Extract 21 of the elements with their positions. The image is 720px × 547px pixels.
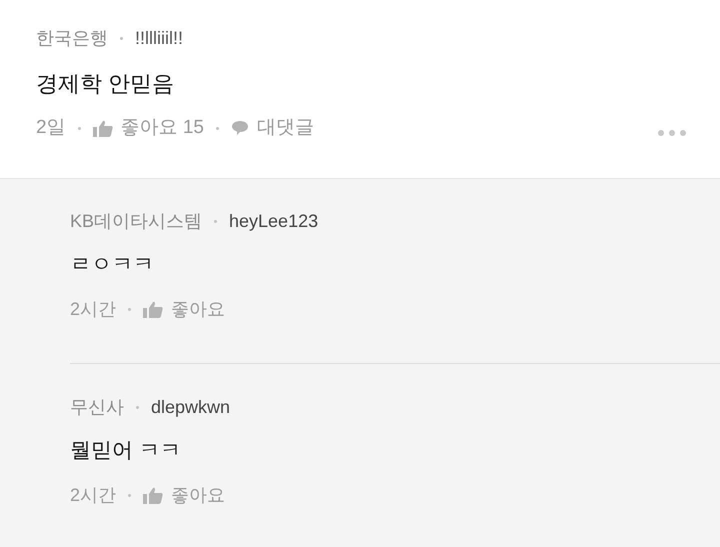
- like-button[interactable]: 좋아요 15: [92, 114, 204, 142]
- reply-text: ㄹㅇㅋㅋ: [70, 252, 155, 278]
- like-button[interactable]: 좋아요: [143, 482, 226, 508]
- reply-text: 뭘믿어 ㅋㅋ: [70, 438, 182, 464]
- more-options-icon[interactable]: [658, 130, 686, 136]
- like-button[interactable]: 좋아요: [143, 296, 226, 322]
- thumbs-up-icon: [143, 300, 164, 318]
- time-text: 2시간: [70, 298, 116, 320]
- reply-button[interactable]: 대댓글: [231, 114, 314, 142]
- thumbs-up-icon: [92, 120, 113, 136]
- username: dlepwkwn: [151, 396, 230, 419]
- speech-bubble-icon: [231, 120, 249, 136]
- company-name: KB데이타시스템: [70, 210, 202, 232]
- username: !!llliiil!!: [135, 26, 183, 50]
- company-name: 한국은행: [36, 26, 108, 50]
- username: heyLee123: [229, 210, 318, 233]
- thumbs-up-icon: [143, 486, 164, 504]
- company-name: 무신사: [70, 396, 124, 418]
- comment-text: 경제학 안믿음: [36, 70, 176, 97]
- time-text: 2시간: [70, 484, 116, 506]
- time-text: 2일: [36, 116, 66, 140]
